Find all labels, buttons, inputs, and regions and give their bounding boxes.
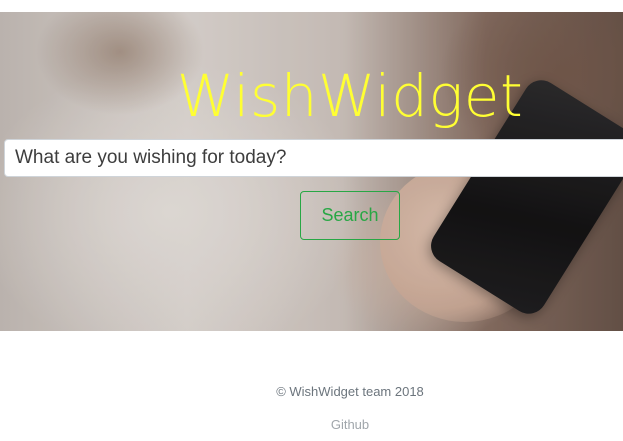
page-title: WishWidget <box>176 62 524 130</box>
search-button[interactable]: Search <box>300 191 400 240</box>
footer: © WishWidget team 2018 Github <box>0 331 623 441</box>
github-link[interactable]: Github <box>0 417 623 432</box>
copyright-text: © WishWidget team 2018 <box>276 384 424 399</box>
page: WishWidget Search © WishWidget team 2018… <box>0 0 623 441</box>
search-input[interactable] <box>4 139 623 177</box>
